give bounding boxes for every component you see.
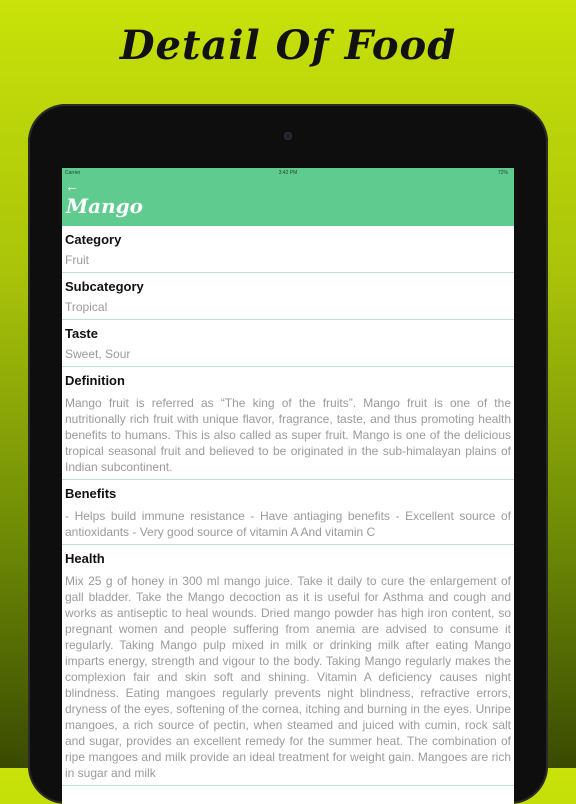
section-title: Subcategory bbox=[65, 279, 144, 294]
section-value: Tropical bbox=[65, 300, 108, 314]
app-bar: ← Mango bbox=[62, 178, 514, 226]
section-body: - Helps build immune resistance - Have a… bbox=[65, 509, 511, 539]
section-title: Definition bbox=[65, 373, 125, 388]
section-title: Category bbox=[65, 232, 122, 247]
section-title: Taste bbox=[65, 326, 98, 341]
status-battery: 72% bbox=[497, 170, 508, 176]
section-benefits: Benefits - Helps build immune resistance… bbox=[62, 480, 514, 545]
promo-title: Detail Of Food bbox=[119, 22, 457, 69]
app-screen: Carrier 3:42 PM 72% ← Mango Category Fru… bbox=[62, 168, 514, 804]
tablet-device-frame: Carrier 3:42 PM 72% ← Mango Category Fru… bbox=[28, 104, 548, 804]
section-body: Mango fruit is referred as “The king of … bbox=[65, 396, 511, 474]
status-time: 3:42 PM bbox=[278, 170, 298, 176]
section-subcategory: Subcategory Tropical bbox=[62, 273, 514, 320]
section-health: Health Mix 25 g of honey in 300 ml mango… bbox=[62, 545, 514, 786]
section-value: Fruit bbox=[65, 253, 89, 267]
section-taste: Taste Sweet, Sour bbox=[62, 320, 514, 367]
section-body: Mix 25 g of honey in 300 ml mango juice.… bbox=[65, 574, 511, 780]
camera-icon bbox=[284, 132, 292, 140]
section-value: Sweet, Sour bbox=[65, 347, 131, 361]
section-definition: Definition Mango fruit is referred as “T… bbox=[62, 367, 514, 480]
section-title: Health bbox=[65, 551, 105, 566]
page-title: Mango bbox=[66, 194, 143, 218]
section-title: Benefits bbox=[65, 486, 117, 501]
detail-list[interactable]: Category Fruit Subcategory Tropical Tast… bbox=[62, 226, 514, 786]
status-bar: Carrier 3:42 PM 72% bbox=[62, 168, 514, 178]
section-category: Category Fruit bbox=[62, 226, 514, 273]
back-arrow-icon[interactable]: ← bbox=[65, 178, 79, 194]
